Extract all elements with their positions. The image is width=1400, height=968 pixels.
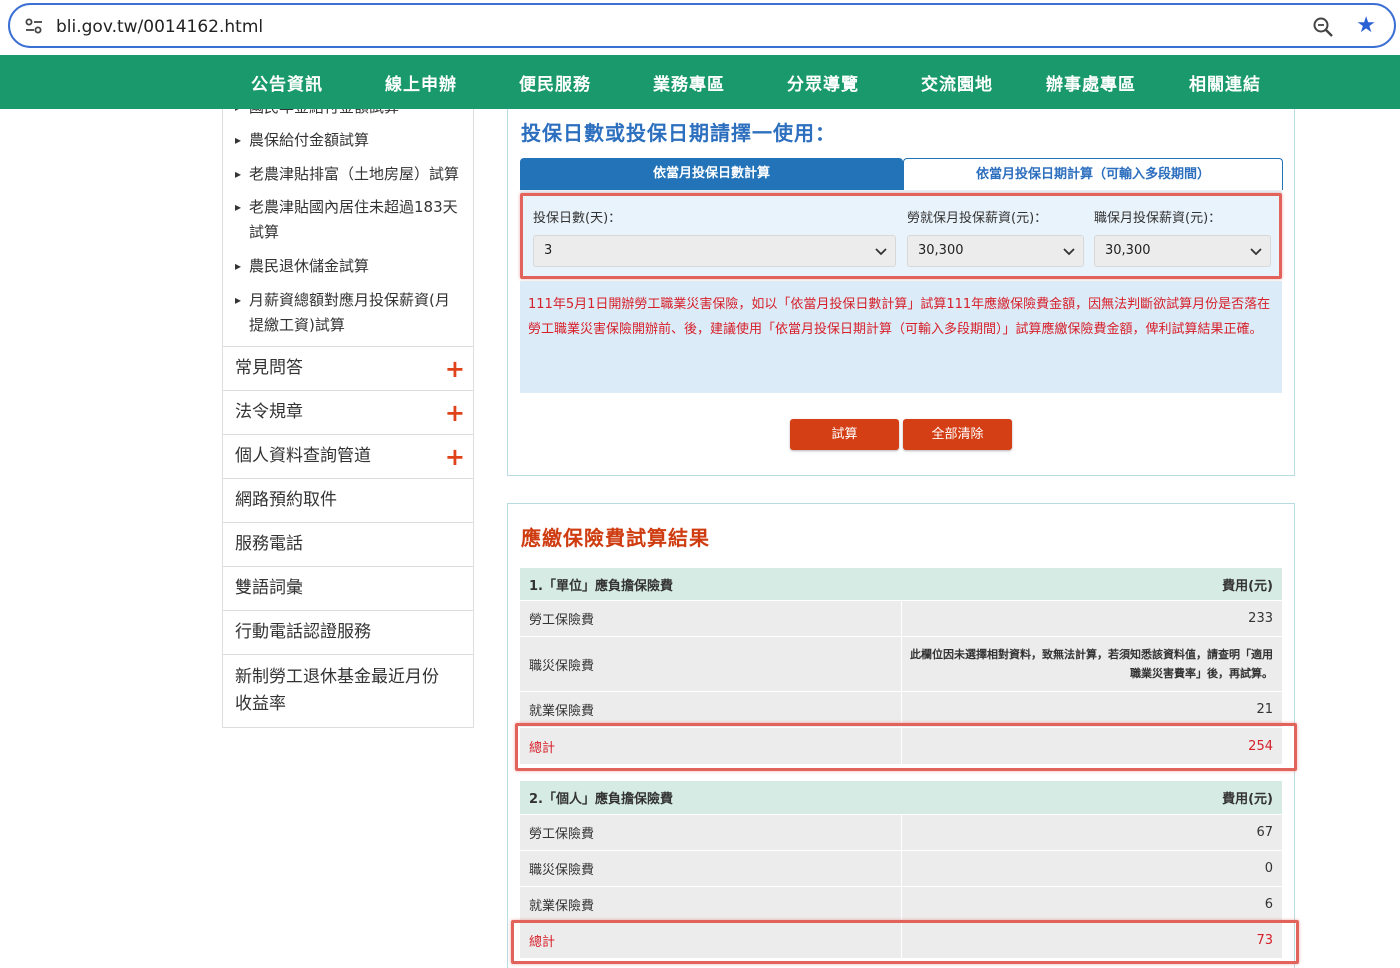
header-cell: 費用(元) [1222, 792, 1273, 807]
table-row: 職災保險費 此欄位因未選擇相對資料，致無法計算，若須知悉該資料值，請查明「適用職… [520, 637, 1282, 692]
results-panel: 應繳保險費試算結果 1.「單位」應負擔保險費 費用(元) 勞工保險費 233 職… [507, 503, 1299, 968]
nav-item[interactable]: 業務專區 [653, 70, 725, 95]
main-nav: 公告資訊 線上申辦 便民服務 業務專區 分眾導覽 交流園地 辦事處專區 相關連結 [0, 55, 1400, 109]
sidebar-menu-pension-fund[interactable]: 新制勞工退休基金最近月份 收益率 [223, 654, 473, 727]
menu-label: 收益率 [235, 694, 286, 714]
sidebar-menu-laws[interactable]: 法令規章 + [223, 390, 473, 434]
nav-item[interactable]: 便民服務 [519, 70, 591, 95]
highlight-box [520, 193, 1282, 279]
header-cell: 1.「單位」應負擔保險費 [529, 578, 673, 594]
zoom-icon[interactable] [1312, 16, 1334, 38]
row-label: 勞工保險費 [520, 601, 901, 636]
sidebar-menu-glossary[interactable]: 雙語詞彙 [223, 566, 473, 610]
row-label: 就業保險費 [520, 887, 901, 922]
expand-plus-icon[interactable]: + [445, 357, 465, 381]
nav-item[interactable]: 交流園地 [921, 70, 993, 95]
menu-label: 雙語詞彙 [235, 578, 303, 598]
address-bar[interactable]: bli.gov.tw/0014162.html ★ [8, 3, 1396, 48]
table-row: 就業保險費 6 [520, 887, 1282, 923]
menu-label: 個人資料查詢管道 [235, 446, 371, 466]
table-row: 勞工保險費 67 [520, 815, 1282, 851]
sidebar-sublink[interactable]: 老農津貼國內居住未超過183天 [223, 195, 473, 220]
notice-text: 111年5月1日開辦勞工職業災害保險，如以「依當月投保日數計算」試算111年應繳… [520, 281, 1282, 393]
table-header-row: 1.「單位」應負擔保險費 費用(元) [520, 568, 1282, 601]
menu-label: 法令規章 [235, 402, 303, 422]
row-value: 67 [902, 815, 1282, 850]
results-title: 應繳保險費試算結果 [521, 526, 710, 550]
menu-label: 新制勞工退休基金最近月份 [235, 667, 439, 687]
row-label: 勞工保險費 [520, 815, 901, 850]
table-row: 勞工保險費 233 [520, 601, 1282, 637]
sidebar-menu-pickup[interactable]: 網路預約取件 [223, 478, 473, 522]
calculator-panel: 投保日數或投保日期請擇一使用： 依當月投保日數計算 依當月投保日期計算（可輸入多… [507, 109, 1295, 476]
nav-item[interactable]: 線上申辦 [385, 70, 457, 95]
sidebar-sublink[interactable]: 農民退休儲金試算 [223, 254, 473, 279]
nav-item[interactable]: 辦事處專區 [1046, 70, 1136, 95]
sidebar-sublink[interactable]: 農保給付金額試算 [223, 128, 473, 153]
sidebar-sublink[interactable]: 老農津貼排富（土地房屋）試算 [223, 162, 473, 187]
row-label: 職災保險費 [520, 851, 901, 886]
tab-by-days[interactable]: 依當月投保日數計算 [520, 158, 903, 190]
clear-all-button[interactable]: 全部清除 [903, 419, 1012, 450]
tab-by-dates[interactable]: 依當月投保日期計算（可輸入多段期間） [903, 158, 1283, 190]
menu-label: 行動電話認證服務 [235, 622, 371, 642]
sidebar-sublink[interactable]: 月薪資總額對應月投保薪資(月 [223, 288, 473, 313]
row-value: 6 [902, 887, 1282, 922]
menu-label: 常見問答 [235, 358, 303, 378]
row-value: 233 [902, 601, 1282, 636]
row-value: 21 [902, 692, 1282, 727]
url-text[interactable]: bli.gov.tw/0014162.html [56, 17, 263, 37]
menu-label: 服務電話 [235, 534, 303, 554]
row-value: 0 [902, 851, 1282, 886]
calculator-heading: 投保日數或投保日期請擇一使用： [521, 121, 836, 145]
menu-label: 網路預約取件 [235, 490, 337, 510]
table-header-row: 2.「個人」應負擔保險費 費用(元) [520, 781, 1282, 815]
sidebar-menu-faq[interactable]: 常見問答 + [223, 346, 473, 390]
calculate-button[interactable]: 試算 [790, 419, 899, 450]
row-value: 此欄位因未選擇相對資料，致無法計算，若須知悉該資料值，請查明「適用職業災害費率」… [902, 637, 1282, 691]
sidebar-menu-phone[interactable]: 服務電話 [223, 522, 473, 566]
header-cell: 費用(元) [1222, 578, 1273, 594]
expand-plus-icon[interactable]: + [445, 445, 465, 469]
nav-item[interactable]: 相關連結 [1189, 70, 1261, 95]
row-label: 就業保險費 [520, 692, 901, 727]
header-cell: 2.「個人」應負擔保險費 [529, 792, 673, 807]
sidebar-menu-personal-data[interactable]: 個人資料查詢管道 + [223, 434, 473, 478]
expand-plus-icon[interactable]: + [445, 401, 465, 425]
bookmark-star-icon[interactable]: ★ [1356, 15, 1376, 37]
sidebar-sublink[interactable]: 國民年金給付金額試算 [223, 109, 473, 120]
nav-item[interactable]: 公告資訊 [251, 70, 323, 95]
row-label: 職災保險費 [520, 637, 901, 691]
nav-item[interactable]: 分眾導覽 [787, 70, 859, 95]
sidebar-menu-mobile-auth[interactable]: 行動電話認證服務 [223, 610, 473, 654]
site-settings-icon[interactable] [24, 17, 44, 35]
sidebar: 國民年金給付金額試算 農保給付金額試算 老農津貼排富（土地房屋）試算 老農津貼國… [222, 109, 474, 728]
highlight-box [515, 723, 1297, 771]
highlight-box [511, 920, 1299, 964]
sidebar-sublink-cont[interactable]: 試算 [249, 220, 279, 245]
table-row: 職災保險費 0 [520, 851, 1282, 887]
sidebar-sublink-cont[interactable]: 提繳工資)試算 [249, 313, 345, 338]
